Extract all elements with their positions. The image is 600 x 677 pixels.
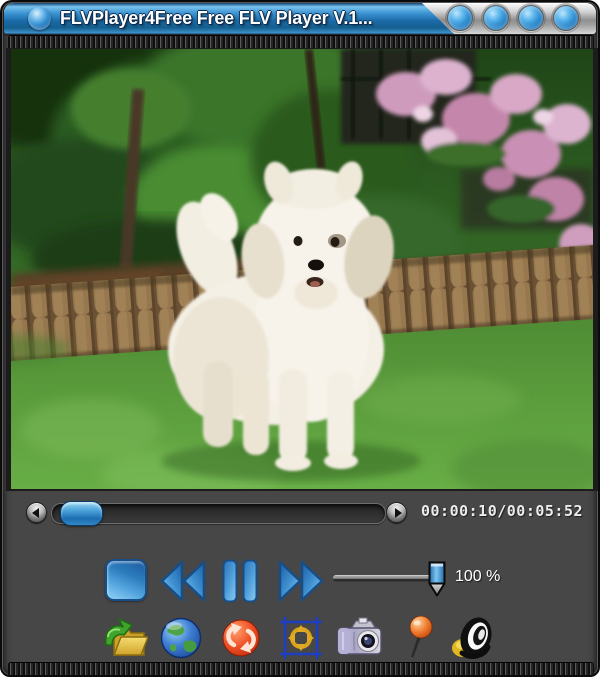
player-window: FLVPlayer4Free Free FLV Player V.1... 00… (0, 0, 600, 677)
video-scene (11, 49, 593, 489)
rewind-button[interactable] (160, 559, 206, 603)
fast-forward-icon (278, 560, 324, 602)
seek-forward-button[interactable] (386, 502, 407, 523)
stop-button[interactable] (105, 559, 147, 601)
titlebar-button-3[interactable] (518, 5, 544, 31)
fullscreen-button[interactable] (280, 615, 322, 661)
pin-icon (409, 615, 433, 660)
seek-back-arrow-icon (32, 508, 39, 518)
titlebar-button-2[interactable] (483, 5, 509, 31)
open-folder-icon (105, 618, 149, 656)
window-title: FLVPlayer4Free Free FLV Player V.1... (60, 8, 373, 28)
titlebar-button-4[interactable] (553, 5, 579, 31)
open-file-button[interactable] (100, 615, 149, 661)
pause-button[interactable] (222, 559, 258, 603)
repeat-button[interactable] (222, 615, 260, 661)
seek-thumb[interactable] (60, 501, 103, 526)
open-url-button[interactable] (160, 615, 202, 661)
titlebar-button-1[interactable] (447, 5, 473, 31)
volume-thumb-icon (428, 561, 446, 597)
volume-percent-label: 100 % (455, 568, 501, 585)
app-icon (28, 7, 51, 30)
titlebar[interactable]: FLVPlayer4Free Free FLV Player V.1... (4, 3, 596, 34)
pause-icon (222, 559, 258, 603)
fast-forward-button[interactable] (278, 559, 324, 603)
rewind-icon (160, 560, 206, 602)
camera-icon (337, 617, 382, 655)
fullscreen-arrows-icon (280, 617, 322, 659)
globe-icon (160, 617, 202, 659)
seek-bar[interactable] (51, 501, 386, 526)
ribbed-strip-bottom (8, 662, 594, 675)
time-display: 00:00:10/00:05:52 (421, 502, 584, 520)
volume-slider-thumb[interactable] (428, 561, 446, 597)
speaker-icon (452, 617, 492, 659)
mute-button[interactable] (450, 615, 496, 661)
seek-forward-arrow-icon (395, 508, 402, 518)
always-on-top-button[interactable] (405, 615, 435, 661)
snapshot-button[interactable] (335, 615, 383, 661)
seek-back-button[interactable] (26, 502, 47, 523)
volume-slider[interactable] (333, 575, 432, 582)
video-display[interactable] (11, 49, 593, 489)
orange-refresh-icon (222, 619, 260, 657)
